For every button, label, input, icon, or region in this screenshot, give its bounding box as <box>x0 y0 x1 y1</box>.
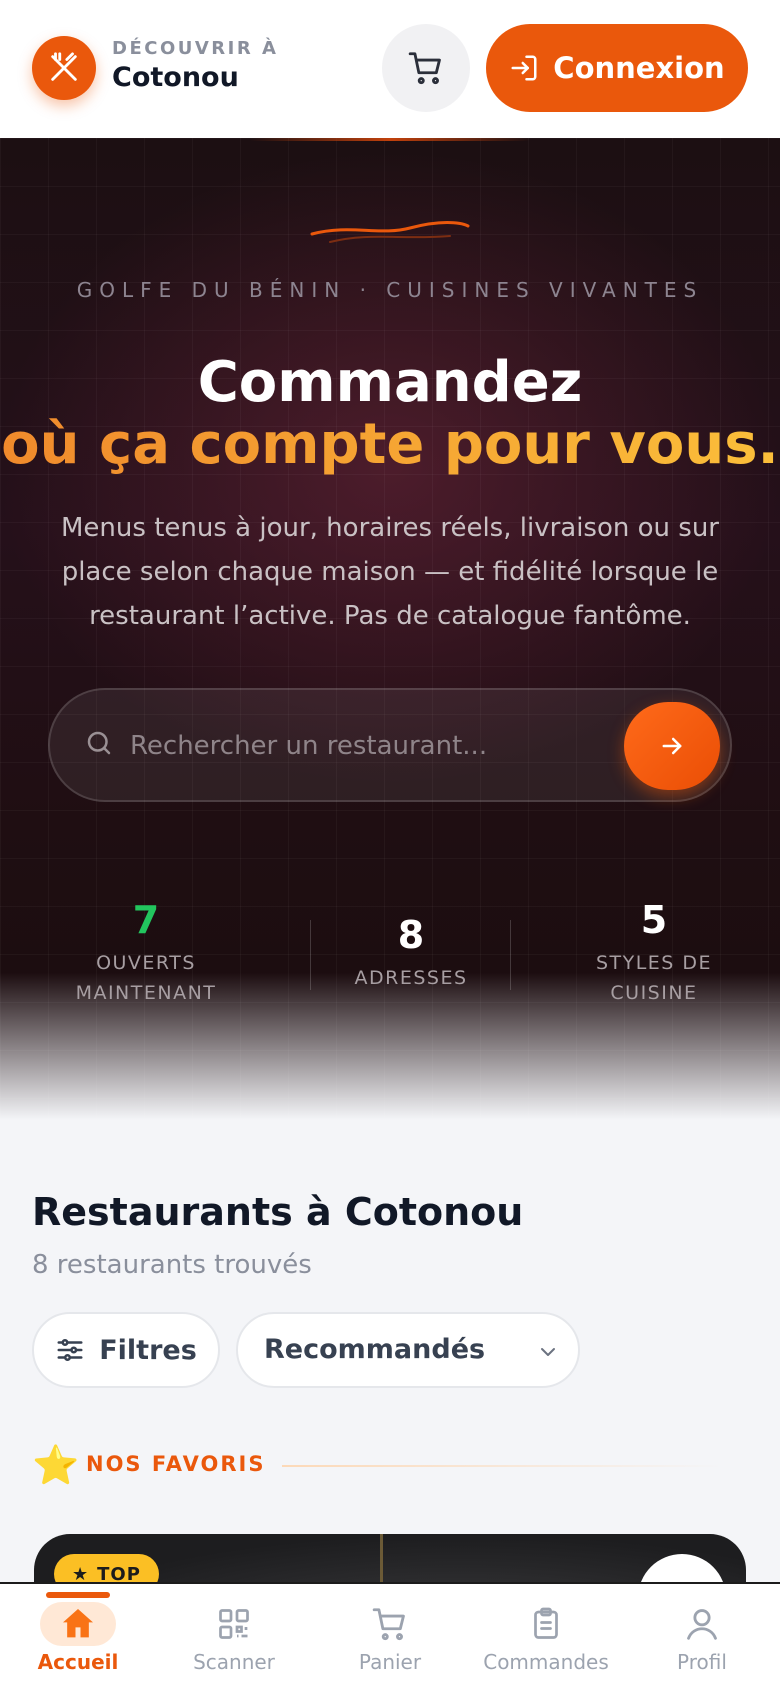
chevron-down-icon <box>541 1348 555 1356</box>
login-button[interactable]: Connexion <box>486 24 748 112</box>
stat-label: STYLES DE CUISINE <box>595 952 713 1004</box>
star-icon: ⭐ <box>32 1443 80 1487</box>
bottom-nav: Accueil Scanner Panier Commandes Profil <box>0 1582 780 1688</box>
nav-label: Panier <box>358 1650 422 1674</box>
search-submit-button[interactable] <box>624 702 720 790</box>
stat-addresses: 8 ADRESSES <box>301 913 521 993</box>
stat-divider <box>510 920 511 990</box>
favorites-header: ⭐ NOS FAVORIS <box>32 1440 748 1490</box>
hero-section: GOLFE DU BÉNIN · CUISINES VIVANTES Comma… <box>0 138 780 1120</box>
stat-label: ADRESSES <box>354 967 468 989</box>
search-input[interactable] <box>130 720 610 772</box>
nav-item-panier[interactable]: Panier <box>312 1584 468 1688</box>
results-count: 8 restaurants trouvés <box>32 1250 312 1280</box>
login-label: Connexion <box>553 51 725 85</box>
hero-accent-line <box>250 138 530 141</box>
qr-scan-icon <box>196 1602 272 1646</box>
hero-title: Commandez <box>197 350 583 415</box>
stat-value: 7 <box>132 898 160 942</box>
hero-eyebrow: GOLFE DU BÉNIN · CUISINES VIVANTES <box>76 278 704 302</box>
nav-label: Profil <box>677 1650 727 1674</box>
stat-value: 5 <box>640 898 668 942</box>
search-icon <box>87 731 111 755</box>
nav-item-accueil[interactable]: Accueil <box>0 1584 156 1688</box>
favorites-divider <box>282 1465 722 1467</box>
nav-item-profil[interactable]: Profil <box>624 1584 780 1688</box>
filters-label: Filtres <box>99 1334 197 1366</box>
active-indicator <box>46 1592 110 1598</box>
cart-icon <box>408 52 441 85</box>
nav-label: Accueil <box>37 1650 119 1674</box>
nav-item-scanner[interactable]: Scanner <box>156 1584 312 1688</box>
wave-decoration-icon <box>310 221 470 243</box>
restaurant-logo-icon <box>32 36 96 100</box>
location-eyebrow: DÉCOUVRIR À <box>112 38 279 59</box>
nav-item-commandes[interactable]: Commandes <box>468 1584 624 1688</box>
cart-icon <box>352 1602 428 1646</box>
stat-label: OUVERTS MAINTENANT <box>75 952 217 1004</box>
hero-description: Menus tenus à jour, horaires réels, livr… <box>61 513 719 631</box>
arrow-right-icon <box>662 737 682 755</box>
sort-selected-value: Recommandés <box>264 1334 486 1365</box>
search-bar[interactable] <box>48 688 732 802</box>
section-title: Restaurants à Cotonou <box>32 1190 524 1234</box>
location-city[interactable]: Cotonou <box>112 62 239 93</box>
stat-open-now: 7 OUVERTS MAINTENANT <box>36 898 256 1008</box>
favorites-label: NOS FAVORIS <box>86 1452 266 1476</box>
top-bar: DÉCOUVRIR À Cotonou Connexion <box>0 0 780 138</box>
nav-label: Commandes <box>483 1650 609 1674</box>
hero-title-highlight: où ça compte pour vous. <box>1 412 779 477</box>
stat-cuisine-styles: 5 STYLES DE CUISINE <box>544 898 764 1008</box>
sort-select[interactable]: Recommandés <box>236 1312 580 1388</box>
home-icon <box>40 1602 116 1646</box>
cart-button[interactable] <box>382 24 470 112</box>
login-icon <box>511 55 537 81</box>
nav-label: Scanner <box>193 1650 275 1674</box>
filters-button[interactable]: Filtres <box>32 1312 220 1388</box>
user-icon <box>664 1602 740 1646</box>
stat-value: 8 <box>397 913 425 957</box>
sliders-icon <box>57 1338 83 1362</box>
clipboard-icon <box>508 1602 584 1646</box>
